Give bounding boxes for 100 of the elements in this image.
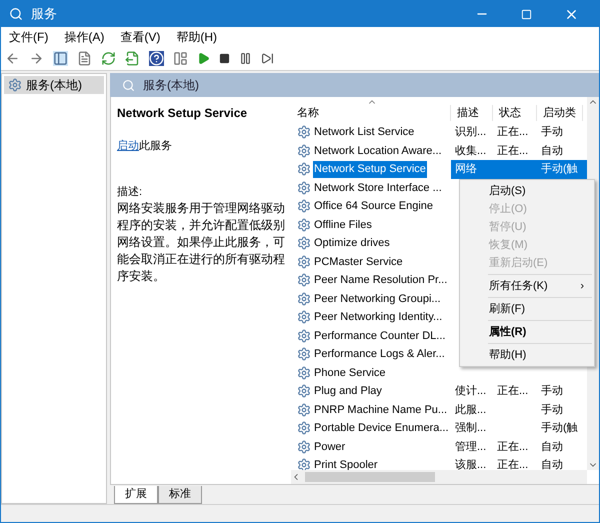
gear-icon — [297, 310, 311, 324]
menu-option[interactable]: 帮助(H) — [460, 346, 594, 364]
startup-cell: 自动 — [541, 459, 563, 470]
description-text: 网络安装服务用于管理网络驱动程序的安装，并允许配置低级别网络设置。如果停止此服务，可能会取消正在进行的所有驱动程序安装。 — [117, 200, 285, 285]
service-name-cell[interactable]: Power — [313, 438, 346, 455]
panel-title: 服务(本地) — [143, 77, 199, 94]
menu-item[interactable]: 操作(A) — [64, 28, 104, 46]
gear-icon — [297, 162, 311, 176]
menu-item[interactable]: 文件(F) — [9, 28, 48, 46]
column-header[interactable]: 描述 — [451, 104, 493, 122]
refresh-icon[interactable] — [101, 51, 116, 66]
service-name-cell[interactable]: Network Store Interface ... — [313, 180, 443, 196]
service-name-cell[interactable]: Print Spooler — [313, 457, 379, 470]
gear-icon — [297, 180, 311, 195]
gear-icon — [297, 254, 311, 269]
menu-option[interactable]: 所有任务(K) › — [460, 277, 594, 295]
service-name-cell[interactable]: Performance Logs & Aler... — [313, 346, 446, 362]
tree-toggle-icon[interactable] — [53, 51, 68, 66]
service-name-cell[interactable]: Performance Counter DL... — [313, 328, 446, 344]
gear-icon — [297, 125, 311, 140]
gear-icon — [297, 218, 311, 232]
startup-cell: 手动(触 — [541, 163, 578, 175]
tree-item[interactable]: 服务(本地) — [4, 76, 104, 94]
status-cell: 正在... — [497, 144, 528, 156]
gear-icon — [297, 366, 311, 380]
service-name-cell[interactable]: Network Setup Service — [313, 161, 427, 178]
description-cell: 此服... — [455, 404, 486, 416]
service-name-cell[interactable]: Optimize drives — [313, 235, 391, 252]
description-cell: 使计... — [455, 385, 486, 397]
window-title: 服务 — [31, 5, 58, 24]
startup-cell: 手动(触 — [541, 422, 578, 434]
gear-icon — [297, 328, 311, 343]
gear-icon — [297, 421, 311, 436]
search-icon — [122, 78, 135, 92]
menu-option[interactable]: 刷新(F) — [460, 300, 594, 318]
pause-icon[interactable] — [239, 52, 252, 65]
gear-icon — [297, 440, 311, 454]
menu-item[interactable]: 查看(V) — [120, 28, 160, 46]
service-name-cell[interactable]: Offline Files — [313, 216, 373, 233]
horizontal-scrollbar[interactable] — [291, 470, 587, 484]
description-cell: 网络 — [455, 163, 477, 175]
status-cell: 正在... — [497, 459, 528, 470]
column-header[interactable]: 状态 — [493, 104, 537, 122]
gear-icon — [297, 402, 311, 417]
play-icon[interactable] — [197, 52, 210, 65]
submenu-arrow: › — [580, 278, 584, 294]
startup-cell: 手动 — [541, 404, 563, 416]
service-name-cell[interactable]: Peer Name Resolution Pr... — [313, 272, 448, 288]
service-name: Network Setup Service — [117, 105, 248, 121]
stop-icon[interactable] — [219, 53, 230, 64]
link-text: 此服务 — [139, 140, 172, 152]
description-cell: 该服... — [455, 459, 486, 470]
menu-option[interactable]: 启动(S) — [460, 182, 594, 200]
service-name-cell[interactable]: Phone Service — [313, 364, 387, 381]
service-name-cell[interactable]: Peer Networking Groupi... — [313, 290, 442, 307]
help-icon[interactable] — [149, 51, 164, 66]
back-icon[interactable] — [5, 51, 20, 66]
view-tab[interactable]: 扩展 — [114, 486, 158, 504]
resume-icon[interactable] — [261, 52, 274, 65]
service-name-cell[interactable]: Network List Service — [313, 124, 416, 140]
gear-icon — [297, 384, 311, 398]
column-header[interactable]: 名称 — [291, 104, 451, 122]
start-link[interactable]: 启动 — [117, 140, 139, 152]
maximize-icon[interactable] — [521, 8, 532, 20]
description-cell: 识别... — [455, 126, 486, 138]
service-name-cell[interactable]: Peer Networking Identity... — [313, 309, 444, 326]
service-name-cell[interactable]: PNRP Machine Name Pu... — [313, 402, 448, 418]
description-cell: 强制... — [455, 422, 486, 434]
gear-icon — [297, 347, 311, 362]
column-header[interactable]: 启动类 — [537, 104, 583, 122]
gear-icon — [297, 199, 311, 214]
menu-option[interactable]: 属性(R) — [460, 323, 594, 341]
gear-icon — [297, 144, 311, 158]
service-name-cell[interactable]: PCMaster Service — [313, 254, 404, 270]
status-cell: 正在... — [497, 385, 528, 397]
gear-icon — [297, 458, 311, 470]
service-name-cell[interactable]: Network Location Aware... — [313, 142, 443, 159]
app-icon — [9, 7, 23, 21]
status-cell: 正在... — [497, 440, 528, 452]
scroll-thumb[interactable] — [305, 472, 435, 482]
service-name-cell[interactable]: Portable Device Enumera... — [313, 420, 450, 436]
document-icon[interactable] — [77, 51, 92, 66]
description-cell: 收集... — [455, 144, 486, 156]
description-cell: 管理... — [455, 440, 486, 452]
startup-cell: 手动 — [541, 126, 563, 138]
view-tab[interactable]: 标准 — [158, 486, 202, 504]
startup-cell: 手动 — [541, 385, 563, 397]
export-icon[interactable] — [125, 51, 140, 66]
description-label: 描述: — [117, 185, 144, 200]
gear-icon — [297, 236, 311, 250]
panel-icon[interactable] — [173, 51, 188, 66]
gear-icon — [8, 78, 22, 92]
gear-icon — [297, 292, 311, 306]
menu-item[interactable]: 帮助(H) — [176, 28, 217, 46]
startup-cell: 自动 — [541, 440, 563, 452]
status-cell: 正在... — [497, 126, 528, 138]
service-name-cell[interactable]: Plug and Play — [313, 383, 383, 400]
forward-icon[interactable] — [29, 51, 44, 66]
service-name-cell[interactable]: Office 64 Source Engine — [313, 198, 434, 214]
gear-icon — [297, 273, 311, 288]
